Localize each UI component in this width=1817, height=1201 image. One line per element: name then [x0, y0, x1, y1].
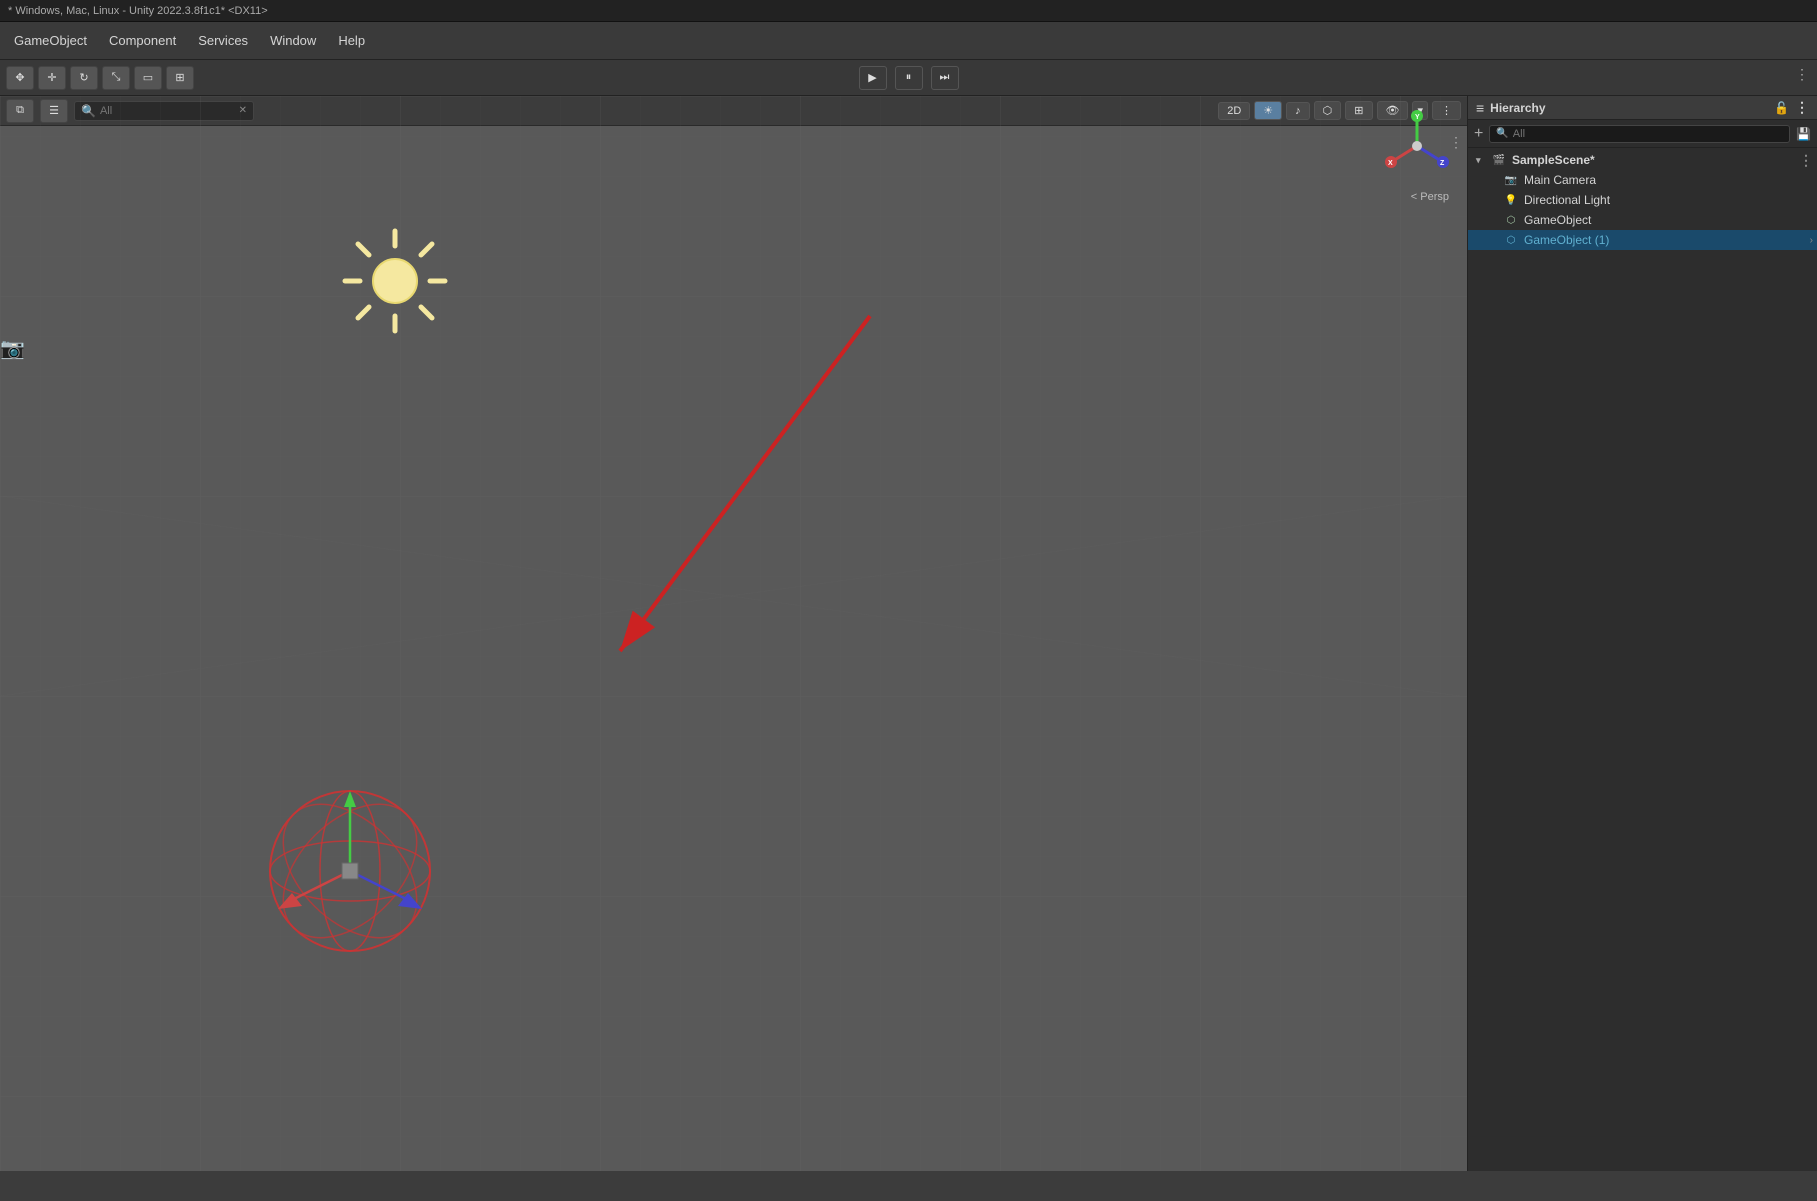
hierarchy-search-icon: 🔍: [1496, 128, 1508, 139]
menu-bar: GameObject Component Services Window Hel…: [0, 22, 1817, 60]
scene-annotation-dots[interactable]: ⋮: [1449, 134, 1463, 151]
hierarchy-item-directional-light[interactable]: 💡 Directional Light: [1468, 190, 1817, 210]
gameobject-1-icon: ⬡: [1504, 233, 1518, 247]
rotate-tool-btn[interactable]: ↻: [70, 66, 98, 90]
scene-name: SampleScene*: [1512, 153, 1595, 167]
hierarchy-title: Hierarchy: [1490, 101, 1545, 115]
title-text: * Windows, Mac, Linux - Unity 2022.3.8f1…: [8, 5, 268, 17]
hierarchy-add-btn[interactable]: +: [1474, 125, 1483, 143]
hierarchy-save-icon[interactable]: 💾: [1796, 127, 1811, 141]
gameobject-label: GameObject: [1524, 213, 1591, 227]
toolbar-dots-icon[interactable]: ⋮: [1795, 66, 1809, 82]
svg-text:X: X: [1388, 160, 1393, 167]
menu-component[interactable]: Component: [99, 29, 186, 52]
sun-directional-light: [340, 226, 450, 336]
hierarchy-menu-icon: ≡: [1476, 100, 1484, 116]
main-camera-label: Main Camera: [1524, 173, 1596, 187]
toolbar-left: ✥ ✛ ↻ ⤡ ▭ ⊞: [0, 66, 200, 90]
main-toolbar: ✥ ✛ ↻ ⤡ ▭ ⊞ ▶ ⏸ ⏭ ⋮: [0, 60, 1817, 96]
menu-window[interactable]: Window: [260, 29, 326, 52]
hierarchy-panel: ≡ Hierarchy 🔓 ⋮ + 🔍 💾 ▾ 🎬 SampleScene*: [1467, 96, 1817, 1171]
gameobject-1-label: GameObject (1): [1524, 233, 1609, 247]
transform-gizmo[interactable]: [250, 771, 450, 971]
toolbar-more: ⋮: [1795, 66, 1809, 83]
rect-tool-btn[interactable]: ▭: [134, 66, 162, 90]
menu-gameobject[interactable]: GameObject: [4, 29, 97, 52]
hierarchy-header-icons: 🔓 ⋮: [1774, 99, 1809, 116]
hierarchy-lock-icon[interactable]: 🔓: [1774, 101, 1789, 115]
hierarchy-scene-root[interactable]: ▾ 🎬 SampleScene* ⋮: [1468, 150, 1817, 170]
step-button[interactable]: ⏭: [931, 66, 959, 90]
svg-text:Y: Y: [1415, 114, 1420, 121]
hierarchy-header: ≡ Hierarchy 🔓 ⋮: [1468, 96, 1817, 120]
hierarchy-content: ▾ 🎬 SampleScene* ⋮ 📷 Main Camera 💡 Direc…: [1468, 148, 1817, 1171]
hand-tool-btn[interactable]: ✥: [6, 66, 34, 90]
title-bar: * Windows, Mac, Linux - Unity 2022.3.8f1…: [0, 0, 1817, 22]
play-button[interactable]: ▶: [859, 66, 887, 90]
main-layout: ⧉ ☰ 🔍 ✕ 2D ☀ ♪ ⬡ ⊞ 👁 ▾ ⋮: [0, 96, 1817, 1171]
hierarchy-item-gameobject-1[interactable]: ⬡ GameObject (1) ›: [1468, 230, 1817, 250]
hierarchy-search-input[interactable]: [1513, 128, 1783, 140]
play-controls: ▶ ⏸ ⏭: [859, 66, 959, 90]
light-icon: 💡: [1504, 193, 1518, 207]
transform-tool-btn[interactable]: ⊞: [166, 66, 194, 90]
persp-label: < Persp: [1411, 191, 1449, 203]
pause-button[interactable]: ⏸: [895, 66, 923, 90]
hierarchy-item-gameobject[interactable]: ⬡ GameObject: [1468, 210, 1817, 230]
scene-camera-icon: 📷: [0, 336, 25, 361]
scale-tool-btn[interactable]: ⤡: [102, 66, 130, 90]
gameobject-icon: ⬡: [1504, 213, 1518, 227]
move-tool-btn[interactable]: ✛: [38, 66, 66, 90]
hierarchy-more-icon[interactable]: ⋮: [1795, 99, 1809, 116]
scene-view[interactable]: ⧉ ☰ 🔍 ✕ 2D ☀ ♪ ⬡ ⊞ 👁 ▾ ⋮: [0, 96, 1467, 1171]
camera-icon: 📷: [1504, 173, 1518, 187]
hierarchy-toolbar: + 🔍 💾: [1468, 120, 1817, 148]
hierarchy-search-box[interactable]: 🔍: [1489, 125, 1790, 143]
scene-expand-arrow: ▾: [1476, 155, 1488, 166]
scene-orientation-gizmo[interactable]: Y X Z: [1377, 106, 1457, 186]
hierarchy-item-main-camera[interactable]: 📷 Main Camera: [1468, 170, 1817, 190]
svg-text:Z: Z: [1440, 160, 1445, 167]
scene-grid: [0, 96, 1467, 1171]
scene-three-dots[interactable]: ⋮: [1795, 152, 1817, 169]
scene-icon: 🎬: [1492, 153, 1506, 167]
menu-services[interactable]: Services: [188, 29, 258, 52]
menu-help[interactable]: Help: [328, 29, 375, 52]
directional-light-label: Directional Light: [1524, 193, 1610, 207]
gameobject-1-expand[interactable]: ›: [1810, 235, 1813, 246]
